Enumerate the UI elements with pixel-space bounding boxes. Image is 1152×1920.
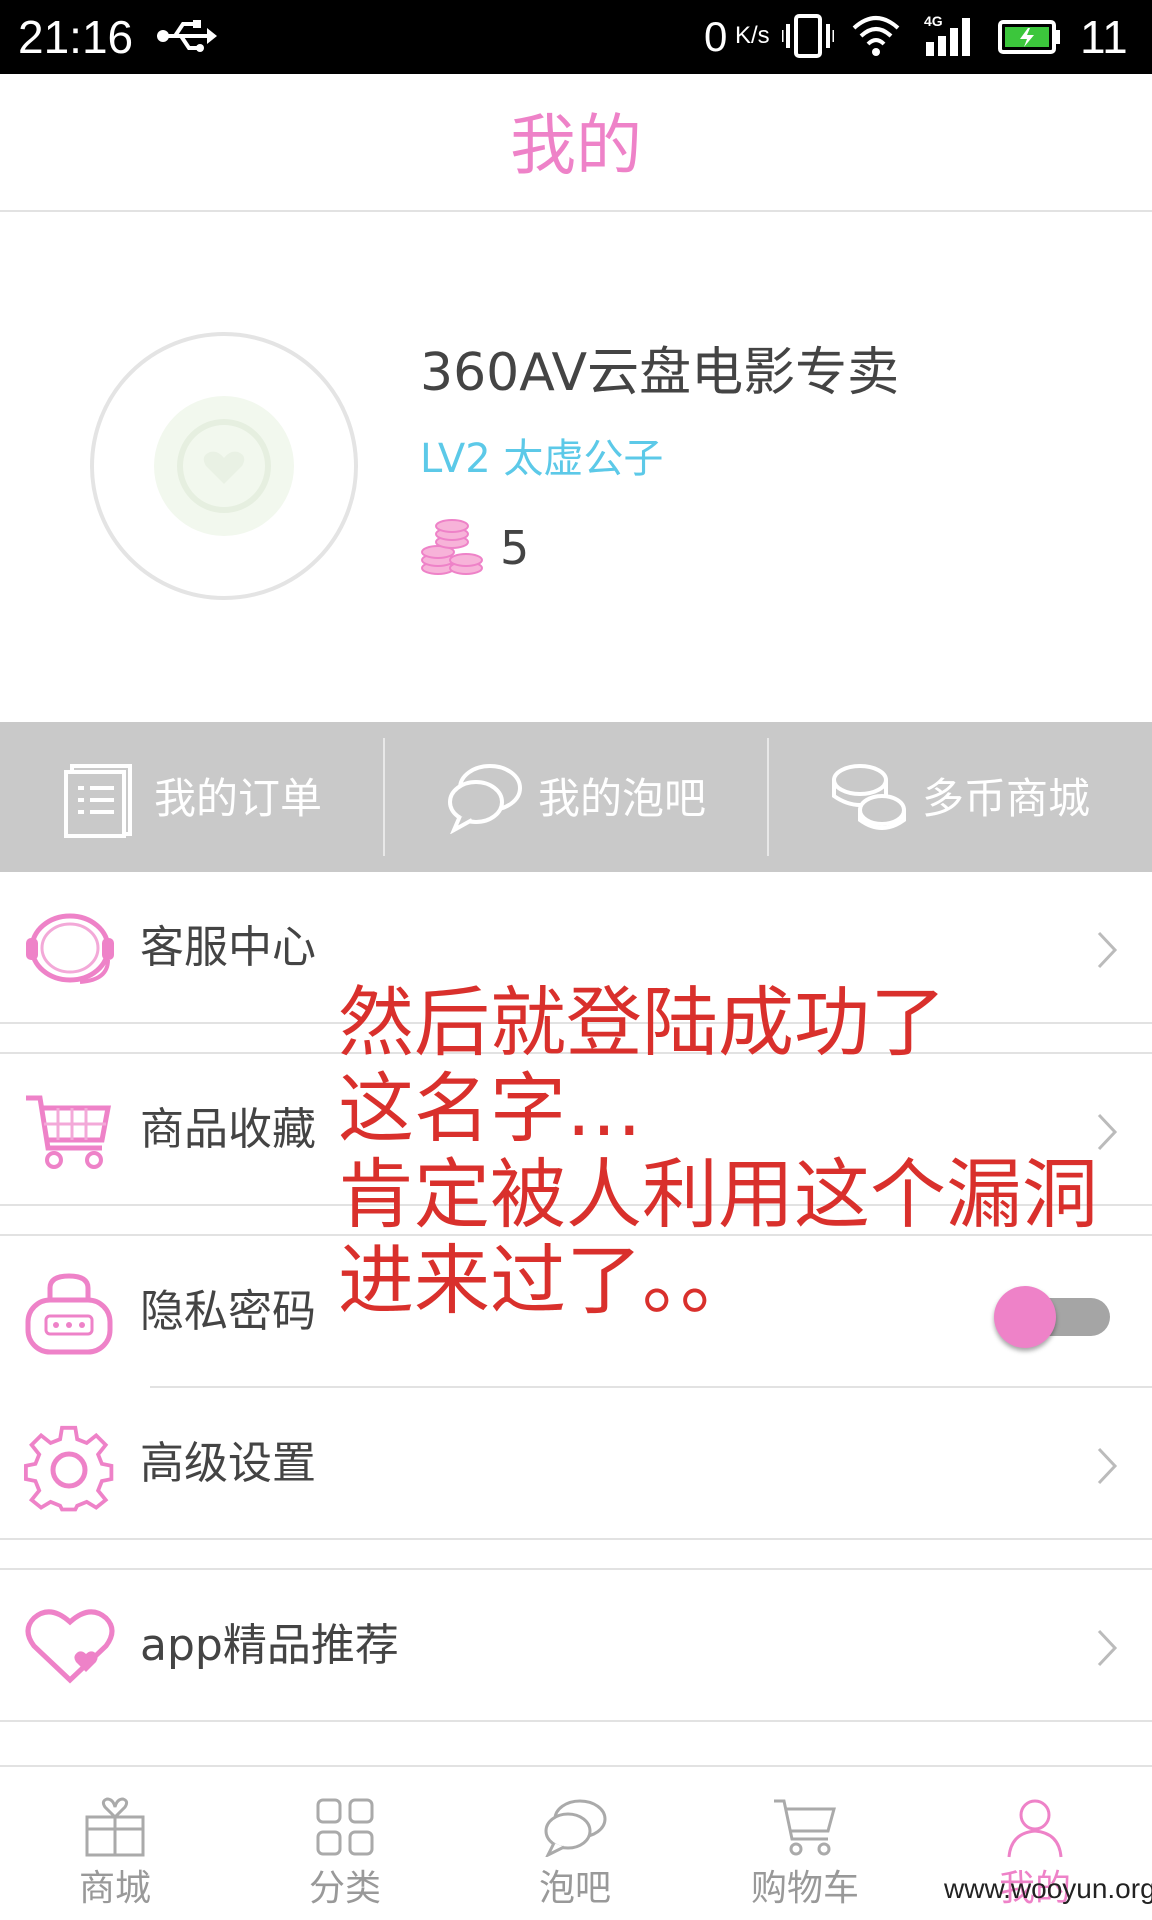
chevron-right-icon [1096,1446,1118,1490]
chevron-right-icon [1096,930,1118,974]
watermark: www.wooyun.org [944,1873,1152,1904]
coins-icon [830,762,908,838]
tab-label: 商城 [78,1868,151,1909]
quick-links-bar: 我的订单 我的泡吧 多币商城 [0,722,1152,872]
my-orders-label: 我的订单 [154,774,323,823]
page-header: 我的 [0,74,1152,212]
headset-icon [24,908,120,992]
gear-icon [24,1424,114,1518]
net-speed: 0 [704,13,728,60]
coin-count: 5 [500,521,530,575]
coins-icon [418,512,486,580]
lock-icon [24,1272,114,1360]
user-level: LV2 太虚公子 [420,436,664,482]
username: 360AV云盘电影专卖 [420,343,900,403]
wifi-icon [852,14,900,62]
annotation-line: 这名字… [338,1064,642,1153]
user-icon [1005,1797,1065,1863]
avatar[interactable] [90,332,358,600]
menu-label: 商品收藏 [140,1104,316,1155]
tab-label: 购物车 [750,1868,859,1909]
page-title: 我的 [510,107,642,184]
tab-cart[interactable]: 购物车 [690,1767,920,1920]
tab-label: 泡吧 [538,1868,611,1909]
menu-label: 客服中心 [140,922,316,973]
avatar-placeholder-icon [154,396,294,536]
gift-icon [83,1797,147,1863]
spacer [0,1540,1152,1568]
heart-icon [24,1606,116,1690]
annotation-text: 然后就登陆成功了 这名字… 肯定被人利用这个漏洞 进来过了。。 [338,980,1138,1324]
menu-label: 高级设置 [140,1438,316,1489]
svg-text:4G: 4G [924,13,943,29]
menu-item-advanced-settings[interactable]: 高级设置 [0,1388,1152,1540]
tab-mall[interactable]: 商城 [0,1767,230,1920]
my-orders-link[interactable]: 我的订单 [0,722,384,872]
status-bar: 21:16 0 K/s 4G 11 [0,0,1152,74]
tab-bar[interactable]: 泡吧 [460,1767,690,1920]
menu-label: 隐私密码 [140,1286,316,1337]
tab-category[interactable]: 分类 [230,1767,460,1920]
net-speed-unit: K/s [735,22,770,49]
coin-mall-label: 多币商城 [922,774,1091,823]
profile-section: 360AV云盘电影专卖 LV2 太虚公子 5 [0,212,1152,722]
tab-label: 分类 [308,1868,381,1909]
divider [0,1720,1152,1722]
menu-label: app精品推荐 [140,1620,399,1671]
vibrate-icon [780,14,836,62]
my-bar-link[interactable]: 我的泡吧 [384,722,768,872]
chevron-right-icon [1096,1628,1118,1672]
annotation-line: 进来过了。。 [338,1236,756,1325]
grid-icon [315,1797,375,1861]
coin-mall-link[interactable]: 多币商城 [768,722,1152,872]
annotation-line: 肯定被人利用这个漏洞 [338,1150,1098,1239]
annotation-line: 然后就登陆成功了 [338,978,946,1067]
chat-bubbles-icon [446,762,524,838]
usb-icon [155,18,219,58]
menu-item-app-recommend[interactable]: app精品推荐 [0,1570,1152,1722]
chat-icon [542,1797,608,1861]
status-time: 21:16 [18,11,134,63]
battery-icon [998,20,1062,58]
signal-4g-icon: 4G [922,12,980,62]
order-list-icon [64,762,134,842]
cart-icon [772,1797,838,1861]
my-bar-label: 我的泡吧 [538,774,707,823]
cart-icon [24,1090,114,1176]
battery-level: 11 [1080,11,1128,63]
